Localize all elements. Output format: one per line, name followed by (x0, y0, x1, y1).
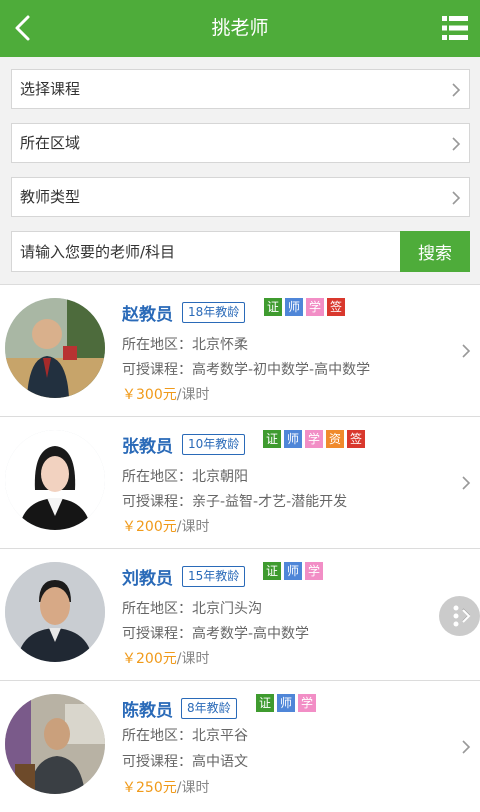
teacher-name: 赵教员 (122, 305, 173, 325)
region-line: 所在地区：北京朝阳 (122, 466, 248, 486)
teacher-list: 赵教员 18年教龄 证师学签 所在地区：北京怀柔 可授课程：高考数学-初中数学-… (0, 284, 480, 812)
teaching-years-badge: 10年教龄 (182, 434, 246, 455)
credential-badge: 学 (305, 562, 323, 580)
price-unit: /课时 (176, 387, 210, 403)
filter-course-label: 选择课程 (20, 80, 81, 98)
teacher-card[interactable]: 赵教员 18年教龄 证师学签 所在地区：北京怀柔 可授课程：高考数学-初中数学-… (0, 284, 480, 416)
teacher-avatar (5, 298, 105, 398)
price-amount: ￥200元 (122, 519, 177, 535)
price-amount: ￥300元 (122, 387, 177, 403)
teacher-name: 刘教员 (122, 569, 173, 589)
teacher-avatar (5, 430, 105, 530)
credential-badge: 签 (327, 298, 345, 316)
courses-label: 可授课程： (122, 626, 192, 642)
teacher-name: 张教员 (122, 437, 173, 457)
credential-badge: 师 (285, 298, 303, 316)
region-value: 北京平谷 (192, 728, 248, 744)
filter-region[interactable]: 所在区域 (11, 123, 470, 163)
courses-value: 高考数学-初中数学-高中数学 (192, 362, 371, 378)
teacher-avatar (5, 562, 105, 662)
credential-badge: 学 (306, 298, 324, 316)
chevron-right-icon (462, 476, 471, 490)
credential-badge: 学 (298, 694, 316, 712)
courses-value: 高考数学-高中数学 (192, 626, 310, 642)
courses-line: 可授课程：高中语文 (122, 751, 248, 771)
credential-badges: 证师学 (263, 562, 323, 580)
credential-badge: 资 (326, 430, 344, 448)
chevron-right-icon (452, 191, 461, 205)
price-line: ￥200元/课时 (122, 516, 209, 536)
more-dots-icon (453, 605, 471, 627)
courses-label: 可授课程： (122, 362, 192, 378)
region-label: 所在地区： (122, 728, 192, 744)
filter-teacher-type-label: 教师类型 (20, 188, 81, 206)
region-line: 所在地区：北京平谷 (122, 725, 248, 745)
price-amount: ￥250元 (122, 780, 177, 796)
chevron-right-icon (452, 83, 461, 97)
chevron-right-icon (452, 137, 461, 151)
price-amount: ￥200元 (122, 651, 177, 667)
price-line: ￥250元/课时 (122, 777, 209, 797)
credential-badges: 证师学资签 (263, 430, 365, 448)
teacher-name: 陈教员 (122, 701, 173, 721)
courses-value: 亲子-益智-才艺-潜能开发 (192, 494, 348, 510)
price-line: ￥200元/课时 (122, 648, 209, 668)
region-label: 所在地区： (122, 469, 192, 485)
price-line: ￥300元/课时 (122, 384, 209, 404)
credential-badge: 师 (284, 562, 302, 580)
app-header: 挑老师 (0, 0, 480, 57)
region-label: 所在地区： (122, 601, 192, 617)
teaching-years-badge: 8年教龄 (181, 698, 237, 719)
teaching-years-badge: 15年教龄 (182, 566, 246, 587)
search-button[interactable]: 搜索 (400, 231, 470, 272)
region-label: 所在地区： (122, 337, 192, 353)
credential-badge: 证 (263, 430, 281, 448)
courses-label: 可授课程： (122, 494, 192, 510)
region-value: 北京怀柔 (192, 337, 248, 353)
credential-badge: 证 (264, 298, 282, 316)
courses-line: 可授课程：亲子-益智-才艺-潜能开发 (122, 491, 347, 511)
courses-value: 高中语文 (192, 754, 248, 770)
list-menu-icon[interactable] (441, 14, 469, 42)
floating-more-button[interactable] (439, 596, 480, 636)
courses-line: 可授课程：高考数学-初中数学-高中数学 (122, 359, 370, 379)
price-unit: /课时 (176, 519, 210, 535)
teacher-card[interactable]: 陈教员 8年教龄 证师学 所在地区：北京平谷 可授课程：高中语文 ￥250元/课… (0, 680, 480, 812)
credential-badge: 证 (263, 562, 281, 580)
courses-line: 可授课程：高考数学-高中数学 (122, 623, 309, 643)
credential-badge: 师 (284, 430, 302, 448)
credential-badge: 师 (277, 694, 295, 712)
courses-label: 可授课程： (122, 754, 192, 770)
teacher-avatar (5, 694, 105, 794)
chevron-right-icon (462, 740, 471, 754)
filter-region-label: 所在区域 (20, 134, 81, 152)
region-line: 所在地区：北京门头沟 (122, 598, 262, 618)
chevron-right-icon (462, 344, 471, 358)
credential-badge: 学 (305, 430, 323, 448)
teacher-card[interactable]: 刘教员 15年教龄 证师学 所在地区：北京门头沟 可授课程：高考数学-高中数学 … (0, 548, 480, 680)
search-bar: 搜索 (11, 231, 470, 272)
teacher-card[interactable]: 张教员 10年教龄 证师学资签 所在地区：北京朝阳 可授课程：亲子-益智-才艺-… (0, 416, 480, 548)
teaching-years-badge: 18年教龄 (182, 302, 246, 323)
credential-badges: 证师学 (256, 694, 316, 712)
region-value: 北京门头沟 (192, 601, 262, 617)
filter-course[interactable]: 选择课程 (11, 69, 470, 109)
page-title: 挑老师 (211, 17, 269, 39)
filter-teacher-type[interactable]: 教师类型 (11, 177, 470, 217)
price-unit: /课时 (176, 780, 210, 796)
region-value: 北京朝阳 (192, 469, 248, 485)
credential-badge: 证 (256, 694, 274, 712)
credential-badge: 签 (347, 430, 365, 448)
search-input[interactable] (11, 231, 401, 272)
price-unit: /课时 (176, 651, 210, 667)
credential-badges: 证师学签 (264, 298, 345, 316)
region-line: 所在地区：北京怀柔 (122, 334, 248, 354)
